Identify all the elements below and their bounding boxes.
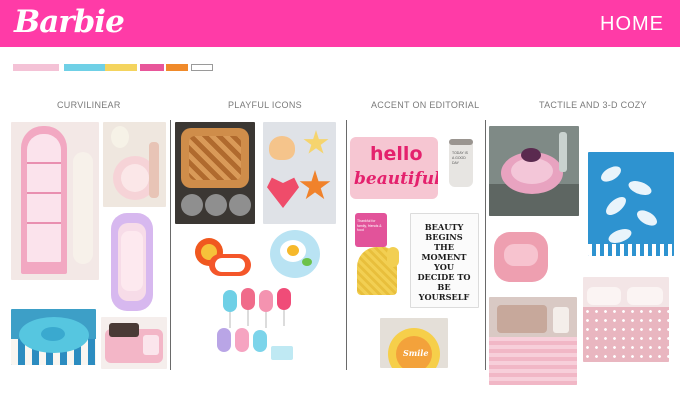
tumbler-photo[interactable]: TODAY IS A GOOD DAY — [445, 137, 477, 189]
palette-swatch-magenta — [140, 64, 164, 71]
palette-swatch-yellow — [105, 64, 137, 71]
column-title-editorial: ACCENT ON EDITORIAL — [371, 100, 480, 110]
pink-shag-rug-room-photo[interactable] — [489, 297, 577, 385]
pink-arched-cabinet-photo[interactable] — [11, 122, 99, 280]
brand-logo[interactable]: Barbie — [14, 4, 125, 40]
tumbler-text: TODAY IS A GOOD DAY — [452, 151, 468, 165]
palette-swatch-orange — [166, 64, 188, 71]
heart-star-cookie-cutters-photo[interactable] — [263, 122, 336, 224]
column-title-tactile: TACTILE AND 3-D COZY — [539, 100, 647, 110]
rug-text-beautiful: beautiful — [354, 169, 438, 189]
dinnerware-table-setting-photo[interactable] — [103, 122, 166, 207]
smile-sun-mat-photo[interactable]: Smile — [380, 318, 448, 368]
fruit-popsicle-molds-photo[interactable] — [215, 288, 303, 370]
palette-swatch-pink — [13, 64, 59, 71]
column-title-curvilinear: CURVILINEAR — [57, 100, 121, 110]
nav-home-link[interactable]: HOME — [600, 13, 664, 36]
sun-cloud-egg-mold-photo[interactable] — [189, 230, 255, 284]
rug-text-hello: hello — [370, 143, 423, 165]
blue-pouf-photo[interactable] — [11, 309, 96, 365]
poster-text: BEAUTY BEGINS THE MOMENT YOU DECIDE TO B… — [417, 222, 471, 302]
pink-breakfast-station-photo[interactable] — [101, 317, 167, 369]
beauty-begins-poster-photo[interactable]: BEAUTY BEGINS THE MOMENT YOU DECIDE TO B… — [410, 213, 479, 308]
top-banner: Barbie HOME — [0, 0, 680, 47]
column-title-playful-icons: PLAYFUL ICONS — [228, 100, 302, 110]
sun-mat-text: Smile — [403, 348, 429, 358]
sunny-egg-plate-photo[interactable] — [266, 228, 324, 280]
wavy-neon-mirror-photo[interactable] — [109, 211, 157, 315]
waffle-maker-photo[interactable] — [175, 122, 255, 224]
column-divider-3 — [485, 120, 486, 370]
oven-mitt-text: Thankful for family, friends & food — [357, 219, 382, 233]
blue-leaf-towel-photo[interactable] — [588, 152, 674, 256]
pink-dishes-outdoor-photo[interactable] — [489, 126, 579, 216]
oven-mitt-photo[interactable]: Thankful for family, friends & food — [353, 213, 403, 298]
column-divider-2 — [346, 120, 347, 370]
hello-beautiful-rug-photo[interactable]: hello beautiful — [350, 137, 438, 199]
palette-swatch-blue — [64, 64, 110, 71]
pink-fuzzy-chair-photo[interactable] — [490, 226, 552, 291]
palette-swatch-white — [191, 64, 213, 71]
pink-bedding-photo[interactable] — [583, 277, 669, 362]
column-divider-1 — [170, 120, 171, 370]
